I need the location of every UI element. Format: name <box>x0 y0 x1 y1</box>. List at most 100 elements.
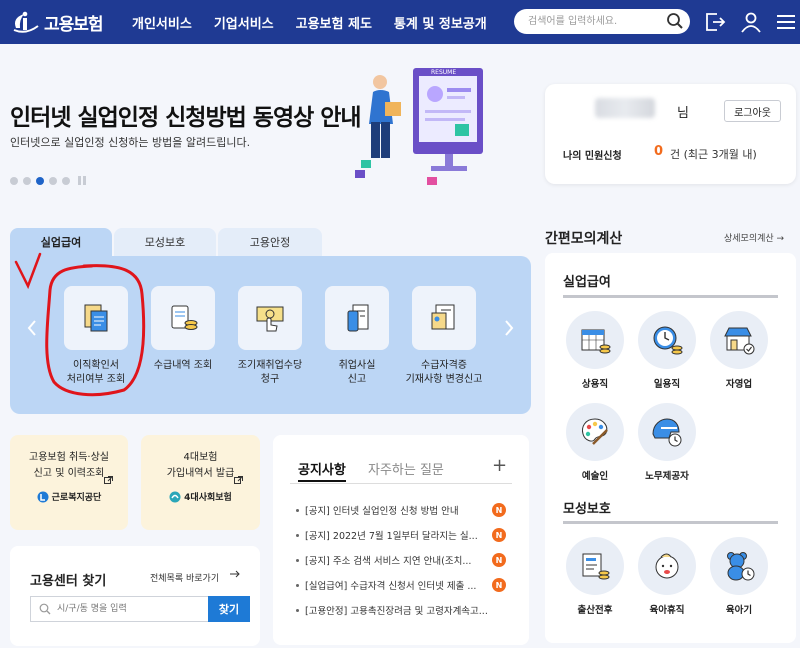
nav-business[interactable]: 기업서비스 <box>214 13 274 32</box>
service-early-reemployment[interactable]: 조기재취업수당 청구 <box>225 286 315 387</box>
pager-dot[interactable] <box>62 176 70 185</box>
palette-icon <box>582 418 608 445</box>
pager-dot[interactable] <box>10 176 18 185</box>
center-search-input[interactable] <box>30 596 208 622</box>
service-employment-report[interactable]: 취업사실 신고 <box>312 286 402 387</box>
org-name: 4대사회보험 <box>184 493 232 503</box>
detailed-calculator-link[interactable]: 상세모의계산 → <box>724 231 784 244</box>
baby-icon <box>655 553 679 579</box>
service-label: 조기재취업수당 청구 <box>237 360 303 385</box>
new-badge: N <box>492 503 506 517</box>
pager-dot-active[interactable] <box>36 176 44 185</box>
calc-label: 예술인 <box>581 471 609 482</box>
calc-label: 출산전후 <box>577 605 613 616</box>
center-search-button[interactable]: 찾기 <box>208 596 250 622</box>
pause-icon[interactable] <box>78 176 86 185</box>
employment-center-finder: 고용센터 찾기 전체목록 바로가기 찾기 <box>10 546 260 646</box>
money-touch-icon <box>256 306 284 332</box>
center-title: 고용센터 찾기 <box>30 574 107 589</box>
calc-parental-leave[interactable]: 육아휴직 <box>635 537 699 616</box>
calc-childcare-period[interactable]: 육아기 <box>707 537 771 616</box>
pager-dot[interactable] <box>49 176 57 185</box>
divider <box>290 483 512 484</box>
resume-label: RESUME <box>431 69 456 76</box>
calc-label: 자영업 <box>725 379 753 390</box>
tab-notice[interactable]: 공지사항 <box>298 459 346 482</box>
search-input[interactable] <box>528 13 658 30</box>
nav-personal[interactable]: 개인서비스 <box>132 13 192 32</box>
top-header: 고용보험 개인서비스 기업서비스 고용보험 제도 통계 및 정보공개 <box>0 0 800 44</box>
calculator-card: 실업급여 상용직 일용직 자영업 예술인 노무제공자 모성보호 출산전후 육아휴… <box>545 253 796 643</box>
calc-daily-worker[interactable]: 일용직 <box>635 311 699 390</box>
pager-dot[interactable] <box>23 176 31 185</box>
clock-coins-icon <box>653 326 683 355</box>
org-name: 근로복지공단 <box>51 493 102 503</box>
calc-label: 상용직 <box>581 379 609 390</box>
teddy-clock-icon <box>727 552 755 581</box>
notice-board: 공지사항 자주하는 질문 + [공지] 인터넷 실업인정 신청 방법 안내 N [… <box>273 435 529 645</box>
logout-exit-icon[interactable] <box>703 10 727 34</box>
service-eligibility-change[interactable]: 수급자격증 기재사항 변경신고 <box>399 286 489 387</box>
more-plus-icon[interactable]: + <box>492 455 507 476</box>
section-title: 모성보호 <box>563 502 611 517</box>
calc-regular-worker[interactable]: 상용직 <box>563 311 627 390</box>
notice-item[interactable]: [공지] 2022년 7월 1일부터 달라지는 실... N <box>296 528 506 542</box>
banner-illustration: RESUME <box>355 68 483 185</box>
external-link-icon <box>104 476 113 484</box>
arrow-right-icon <box>230 570 240 578</box>
tab-employment-stability[interactable]: 고용안정 <box>218 228 322 256</box>
calc-label: 육아휴직 <box>649 605 685 616</box>
new-badge: N <box>492 528 506 542</box>
user-icon[interactable] <box>739 10 763 34</box>
nav-insurance-system[interactable]: 고용보험 제도 <box>296 13 372 32</box>
new-badge: N <box>492 553 506 567</box>
next-arrow-icon[interactable] <box>502 318 516 338</box>
civil-request-label: 나의 민원신청 <box>563 151 622 162</box>
service-label: 취업사실 신고 <box>338 360 376 385</box>
section-divider <box>563 295 778 298</box>
search-icon <box>39 603 51 615</box>
new-badge: N <box>492 578 506 592</box>
calc-artist[interactable]: 예술인 <box>563 403 627 482</box>
banner-title[interactable]: 인터넷 실업인정 신청방법 동영상 안내 <box>10 98 362 132</box>
center-all-link[interactable]: 전체목록 바로가기 <box>150 571 219 584</box>
notice-item[interactable]: [고용안정] 고용촉진장려금 및 고령자계속고... <box>296 603 506 617</box>
section-divider <box>563 521 778 524</box>
logo-mark-icon <box>13 11 39 33</box>
civil-request-unit: 건 (최근 3개월 내) <box>670 148 757 161</box>
search-box <box>514 9 690 34</box>
calc-label: 노무제공자 <box>645 471 689 482</box>
red-annotation-mark <box>14 252 146 397</box>
hamburger-menu-icon[interactable] <box>774 10 798 34</box>
helmet-clock-icon <box>652 418 682 447</box>
search-icon[interactable] <box>666 12 684 30</box>
calc-label: 일용직 <box>653 379 681 390</box>
calc-labor-provider[interactable]: 노무제공자 <box>635 403 699 482</box>
section-title: 실업급여 <box>563 275 611 290</box>
certificate-icon <box>431 304 455 330</box>
main-nav: 개인서비스 기업서비스 고용보험 제도 통계 및 정보공개 <box>132 0 487 44</box>
calc-label: 육아기 <box>725 605 753 616</box>
civil-request-count[interactable]: 0 <box>654 144 663 159</box>
comwel-logo-icon <box>37 491 49 502</box>
notice-item[interactable]: [실업급여] 수급자격 신청서 인터넷 제출 ... N <box>296 578 506 592</box>
notice-item[interactable]: [공지] 인터넷 실업인정 신청 방법 안내 N <box>296 503 506 517</box>
nav-statistics[interactable]: 통계 및 정보공개 <box>394 13 487 32</box>
store-icon <box>724 327 755 355</box>
user-name-blurred <box>595 98 655 118</box>
notice-item[interactable]: [공지] 주소 검색 서비스 지연 안내(조치... N <box>296 553 506 567</box>
tab-faq[interactable]: 자주하는 질문 <box>368 459 444 478</box>
user-suffix: 님 <box>677 106 689 121</box>
calculator-title: 간편모의계산 <box>545 231 623 247</box>
logo-text: 고용보험 <box>44 14 104 35</box>
banner-subtitle: 인터넷으로 실업인정 신청하는 방법을 알려드립니다. <box>10 136 251 149</box>
logout-button[interactable]: 로그아웃 <box>724 100 781 122</box>
calendar-coins-icon <box>581 329 611 354</box>
calc-childbirth[interactable]: 출산전후 <box>563 537 627 616</box>
calc-self-employed[interactable]: 자영업 <box>707 311 771 390</box>
user-card: 님 로그아웃 나의 민원신청 0 건 (최근 3개월 내) <box>545 84 796 184</box>
social-insurance-logo-icon <box>169 491 181 502</box>
document-coins-icon <box>582 553 610 580</box>
site-logo[interactable]: 고용보험 <box>10 8 104 36</box>
service-label: 수급자격증 기재사항 변경신고 <box>405 360 483 385</box>
